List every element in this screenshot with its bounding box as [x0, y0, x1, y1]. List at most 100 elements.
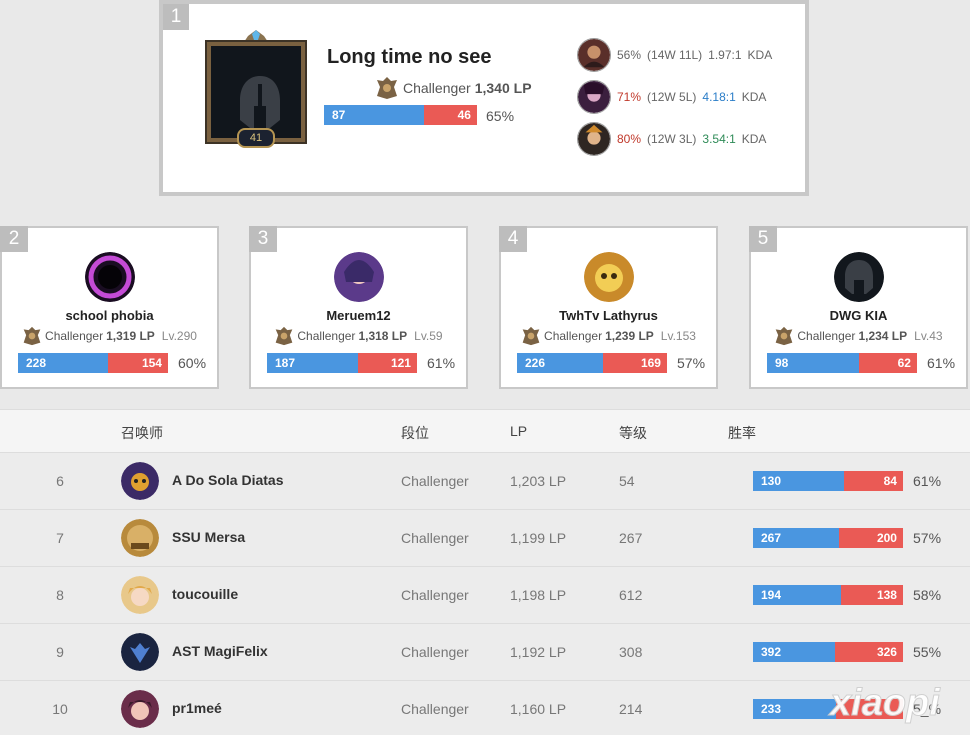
- rank-number: 9: [56, 644, 64, 660]
- tier-label: Challenger: [544, 329, 603, 343]
- champion-stat-row: 80% (12W 3L) 3.54:1 KDA: [577, 122, 766, 156]
- champion-record: (14W 11L): [647, 48, 703, 62]
- avatar: [85, 252, 135, 302]
- winloss-bar: 130 84: [753, 471, 903, 491]
- kda-label: KDA: [747, 48, 773, 62]
- winloss-bar: 392 326: [753, 642, 903, 662]
- summoner-name[interactable]: TwhTv Lathyrus: [501, 308, 716, 323]
- header-summoner[interactable]: 召唤师: [121, 423, 163, 443]
- lp-value: 1,318 LP: [358, 329, 408, 343]
- summoner-name[interactable]: SSU Mersa: [172, 529, 245, 545]
- winrate: 60%: [178, 355, 207, 371]
- winloss-bar: 194 138: [753, 585, 903, 605]
- player-card[interactable]: 3 Meruem12 Challenger 1,318 LP Lv.59 187…: [249, 226, 468, 389]
- avatar: [584, 252, 634, 302]
- rank-badge: 1: [163, 4, 189, 30]
- challenger-icon: [776, 326, 793, 346]
- tier-line: Challenger 1,319 LP Lv.290: [2, 326, 217, 346]
- winrate: 65%: [486, 108, 515, 124]
- wins-count: 98: [767, 353, 859, 373]
- summoner-name[interactable]: pr1meé: [172, 700, 222, 716]
- lp-value: 1,203 LP: [510, 473, 567, 489]
- player-card[interactable]: 2 school phobia Challenger 1,319 LP Lv.2…: [0, 226, 219, 389]
- tier-label: Challenger: [45, 329, 104, 343]
- tier-line: Challenger 1,340 LP: [375, 76, 532, 100]
- rank-number: 7: [56, 530, 64, 546]
- level-value: 267: [619, 530, 643, 546]
- losses-count: 62: [858, 353, 917, 373]
- champion-2-portrait: [577, 80, 611, 114]
- svg-text:xiaopi: xiaopi: [828, 682, 941, 724]
- summoner-name[interactable]: DWG KIA: [751, 308, 966, 323]
- lp-value: 1,340 LP: [474, 80, 532, 96]
- champion-record: (12W 5L): [647, 90, 697, 104]
- winrate: 55%: [913, 644, 942, 660]
- rank-number: 6: [56, 473, 64, 489]
- profile-icon: [207, 42, 305, 142]
- table-row[interactable]: 7 SSU Mersa Challenger 1,199 LP 267 267 …: [0, 510, 970, 567]
- header-winrate[interactable]: 胜率: [728, 423, 756, 443]
- header-level[interactable]: 等级: [619, 423, 647, 443]
- summoner-name[interactable]: A Do Sola Diatas: [172, 472, 284, 488]
- lp-value: 1,199 LP: [510, 530, 567, 546]
- summoner-name[interactable]: Long time no see: [327, 46, 491, 69]
- profile-frame: 41: [199, 30, 313, 150]
- rank-badge: 4: [499, 226, 527, 252]
- wins-count: 130: [753, 471, 845, 491]
- champion-rate: 56%: [617, 48, 642, 62]
- player-card[interactable]: 4 TwhTv Lathyrus Challenger 1,239 LP Lv.…: [499, 226, 718, 389]
- champion-rate: 71%: [617, 90, 642, 104]
- avatar: [121, 633, 159, 671]
- lp-value: 1,319 LP: [106, 329, 155, 343]
- winrate: 61%: [913, 473, 942, 489]
- losses-count: 154: [107, 353, 168, 373]
- wins-count: 187: [267, 353, 359, 373]
- lp-value: 1,192 LP: [510, 644, 567, 660]
- avatar: [834, 252, 884, 302]
- summoner-name[interactable]: toucouille: [172, 586, 238, 602]
- player-card[interactable]: 5 DWG KIA Challenger 1,234 LP Lv.43 98 6…: [749, 226, 968, 389]
- wins-count: 228: [18, 353, 108, 373]
- table-row[interactable]: 8 toucouille Challenger 1,198 LP 612 194…: [0, 567, 970, 624]
- tier-line: Challenger 1,239 LP Lv.153: [501, 326, 716, 346]
- winloss-bar: 187 121: [267, 353, 417, 373]
- tier-label: Challenger: [401, 587, 469, 603]
- champion-record: (12W 3L): [647, 132, 697, 146]
- header-lp[interactable]: LP: [510, 423, 527, 439]
- tier-line: Challenger 1,318 LP Lv.59: [251, 326, 466, 346]
- leaderboard-page: 1 41 Long time no see Challenger 1,340 L…: [0, 0, 970, 735]
- top-player-card[interactable]: 1 41 Long time no see Challenger 1,340 L…: [159, 0, 809, 196]
- summoner-level: Lv.59: [414, 329, 443, 343]
- avatar: [121, 519, 159, 557]
- kda-label: KDA: [741, 90, 767, 104]
- header-tier[interactable]: 段位: [401, 423, 429, 443]
- rank-badge: 2: [0, 226, 28, 252]
- summoner-name[interactable]: Meruem12: [251, 308, 466, 323]
- challenger-icon: [377, 77, 397, 99]
- tier-label: Challenger: [403, 80, 471, 96]
- table-row[interactable]: 6 A Do Sola Diatas Challenger 1,203 LP 5…: [0, 453, 970, 510]
- champion-3-portrait: [577, 122, 611, 156]
- lp-value: 1,160 LP: [510, 701, 567, 717]
- losses-count: 200: [838, 528, 903, 548]
- summoner-name[interactable]: AST MagiFelix: [172, 643, 268, 659]
- winrate: 58%: [913, 587, 942, 603]
- champion-kda: 4.18:1: [702, 90, 736, 104]
- summoner-level: Lv.290: [161, 329, 197, 343]
- helmet-icon: [240, 76, 280, 128]
- winrate: 57%: [913, 530, 942, 546]
- losses-count: 169: [602, 353, 667, 373]
- summoner-name[interactable]: school phobia: [2, 308, 217, 323]
- avatar: [121, 576, 159, 614]
- lp-value: 1,234 LP: [858, 329, 908, 343]
- winrate: 57%: [677, 355, 706, 371]
- kda-label: KDA: [741, 132, 767, 146]
- tier-line: Challenger 1,234 LP Lv.43: [751, 326, 966, 346]
- watermark-logo: xiaopi: [828, 682, 942, 725]
- winloss-bar: 87 46: [324, 105, 477, 125]
- tier-label: Challenger: [401, 530, 469, 546]
- losses-count: 121: [358, 353, 417, 373]
- wins-count: 392: [753, 642, 835, 662]
- losses-count: 46: [424, 105, 477, 125]
- avatar: [121, 690, 159, 728]
